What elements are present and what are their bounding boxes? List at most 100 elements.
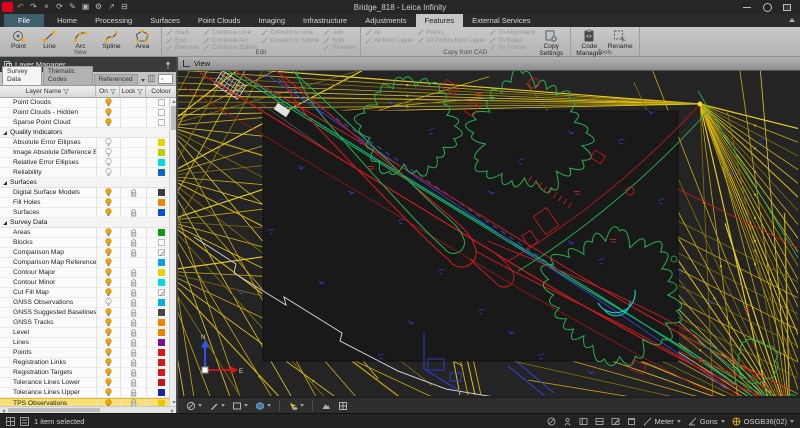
- visibility-bulb-on-icon[interactable]: [105, 348, 112, 357]
- ribbon-tab-imaging[interactable]: Imaging: [249, 14, 294, 27]
- gnss-status-icon[interactable]: [563, 417, 572, 426]
- filter-funnel-icon[interactable]: [63, 88, 70, 95]
- ribbon-tab-file[interactable]: File: [4, 14, 45, 27]
- colour-chip[interactable]: [158, 169, 165, 176]
- layer-row-tolerance-lines-lower[interactable]: Tolerance Lines Lower: [0, 378, 176, 388]
- layer-row-level[interactable]: Level: [0, 328, 176, 338]
- visibility-bulb-on-icon[interactable]: [105, 368, 112, 377]
- layer-row-gnss-suggested-baselines[interactable]: GNSS Suggested Baselines: [0, 308, 176, 318]
- unlock-icon[interactable]: [130, 348, 138, 357]
- ribbon-tab-external-services[interactable]: External Services: [463, 14, 539, 27]
- settings-icon[interactable]: ⚙: [93, 2, 104, 12]
- undo-icon[interactable]: ↶: [15, 2, 26, 12]
- unlock-icon[interactable]: [130, 188, 138, 197]
- visibility-bulb-on-icon[interactable]: [105, 228, 112, 237]
- column-header-colour[interactable]: Colour: [151, 88, 170, 95]
- colour-chip[interactable]: [158, 229, 165, 236]
- snap-off-icon[interactable]: [547, 417, 556, 426]
- unlock-icon[interactable]: [130, 358, 138, 367]
- visibility-bulb-on-icon[interactable]: [105, 338, 112, 347]
- layer-row-gnss-tracks[interactable]: GNSS Tracks: [0, 318, 176, 328]
- view-header[interactable]: View: [178, 57, 800, 71]
- layer-row-sparse-point-cloud[interactable]: Sparse Point Cloud: [0, 118, 176, 128]
- restore-button[interactable]: [782, 3, 792, 11]
- visibility-bulb-on-icon[interactable]: [105, 248, 112, 257]
- redo-icon[interactable]: ↷: [28, 2, 39, 12]
- layer-row-registration-targets[interactable]: Registration Targets: [0, 368, 176, 378]
- visibility-bulb-on-icon[interactable]: [105, 118, 112, 127]
- delete-icon[interactable]: ×: [41, 2, 52, 12]
- visibility-bulb-off-icon[interactable]: [105, 148, 112, 157]
- layer-group-surfaces[interactable]: Surfaces: [0, 178, 176, 188]
- panel-map-icon[interactable]: [579, 417, 588, 426]
- layer-row-contour-minor[interactable]: Contour Minor: [0, 278, 176, 288]
- visibility-bulb-on-icon[interactable]: [105, 398, 112, 407]
- unlock-icon[interactable]: [130, 238, 138, 247]
- refresh-icon[interactable]: ⟳: [54, 2, 65, 12]
- colour-chip[interactable]: [158, 209, 165, 216]
- column-header-layer-name[interactable]: Layer Name: [26, 88, 62, 95]
- colour-chip-empty[interactable]: [158, 119, 165, 126]
- layer-row-comparison-map[interactable]: Comparison Map: [0, 248, 176, 258]
- ribbon-button-continue-line[interactable]: Continue Line: [202, 29, 258, 37]
- colour-chip[interactable]: [158, 159, 165, 166]
- visibility-bulb-on-icon[interactable]: [105, 288, 112, 297]
- layer-row-lines[interactable]: Lines: [0, 338, 176, 348]
- pin-icon[interactable]: [164, 61, 172, 69]
- edit-tool-icon[interactable]: ✎: [67, 2, 78, 12]
- panel-tab-referenced[interactable]: Referenced: [93, 74, 138, 85]
- ribbon-tab-adjustments[interactable]: Adjustments: [356, 14, 415, 27]
- layer-row-tps-observations[interactable]: TPS Observations: [0, 398, 176, 406]
- view-tool-stored-views[interactable]: [336, 400, 350, 412]
- colour-chip[interactable]: [158, 349, 165, 356]
- ribbon-button-join[interactable]: Join: [322, 29, 357, 37]
- layer-row-point-clouds-hidden[interactable]: Point Clouds - Hidden: [0, 108, 176, 118]
- ribbon-button-to-alignment[interactable]: To Alignment: [488, 29, 536, 37]
- filter-funnel-icon[interactable]: [109, 88, 116, 95]
- ribbon-button-continue-arc[interactable]: Continue Arc: [202, 37, 258, 45]
- ribbon-button-convert-to-line[interactable]: Convert to Line: [260, 29, 320, 37]
- expander-icon[interactable]: [3, 180, 7, 185]
- layer-row-points[interactable]: Points: [0, 348, 176, 358]
- device-icon[interactable]: ▣: [80, 2, 91, 12]
- unlock-icon[interactable]: [130, 248, 138, 257]
- layer-row-comparison-map-reference-planes[interactable]: Comparison Map Reference Planes: [0, 258, 176, 268]
- unlock-icon[interactable]: [130, 288, 138, 297]
- unlock-icon[interactable]: [130, 338, 138, 347]
- colour-chip[interactable]: [158, 319, 165, 326]
- ribbon-tab-infrastructure[interactable]: Infrastructure: [294, 14, 356, 27]
- colour-chip[interactable]: [158, 189, 165, 196]
- visibility-bulb-on-icon[interactable]: [105, 238, 112, 247]
- unlock-icon[interactable]: [130, 328, 138, 337]
- ribbon-button-all-points-from-layer[interactable]: All Points from Layer: [416, 37, 486, 45]
- panel-tab-survey-data[interactable]: Survey Data: [2, 66, 42, 85]
- layer-row-digital-surface-models[interactable]: Digital Surface Models: [0, 188, 176, 198]
- selection-list-icon[interactable]: [20, 416, 29, 426]
- view-tool-viewport-mode[interactable]: [230, 400, 250, 412]
- ribbon-tab-point-clouds[interactable]: Point Clouds: [189, 14, 250, 27]
- window-layout-icon[interactable]: ⊟: [119, 2, 130, 12]
- ribbon-button-all[interactable]: All: [364, 29, 414, 37]
- colour-chip[interactable]: [158, 379, 165, 386]
- visibility-bulb-on-icon[interactable]: [105, 278, 112, 287]
- layer-row-gnss-observations[interactable]: GNSS Observations: [0, 298, 176, 308]
- colour-chip-map[interactable]: [158, 289, 165, 296]
- horizontal-scrollbar[interactable]: [0, 406, 176, 413]
- unlock-icon[interactable]: [130, 268, 138, 277]
- layer-row-registration-links[interactable]: Registration Links: [0, 358, 176, 368]
- layer-group-survey-data[interactable]: Survey Data: [0, 218, 176, 228]
- export-icon[interactable]: ↗: [106, 2, 117, 12]
- ribbon-button-all-from-layer[interactable]: All from Layer: [364, 37, 414, 45]
- visibility-bulb-on-icon[interactable]: [105, 358, 112, 367]
- layer-row-cut-fill-map[interactable]: Cut Fill Map: [0, 288, 176, 298]
- layer-group-quality-indicators[interactable]: Quality Indicators: [0, 128, 176, 138]
- layer-search-box[interactable]: [158, 74, 174, 84]
- minimize-button[interactable]: [742, 3, 752, 11]
- visibility-bulb-off-icon[interactable]: [105, 158, 112, 167]
- ribbon-button-to-road[interactable]: To Road: [488, 37, 536, 45]
- layer-row-contour-major[interactable]: Contour Major: [0, 268, 176, 278]
- ribbon-button-convert-to-spline[interactable]: Convert to Spline: [260, 37, 320, 45]
- view-tool-sketch-tool[interactable]: [207, 400, 227, 412]
- layer-row-fill-holes[interactable]: Fill Holes: [0, 198, 176, 208]
- unlock-icon[interactable]: [130, 388, 138, 397]
